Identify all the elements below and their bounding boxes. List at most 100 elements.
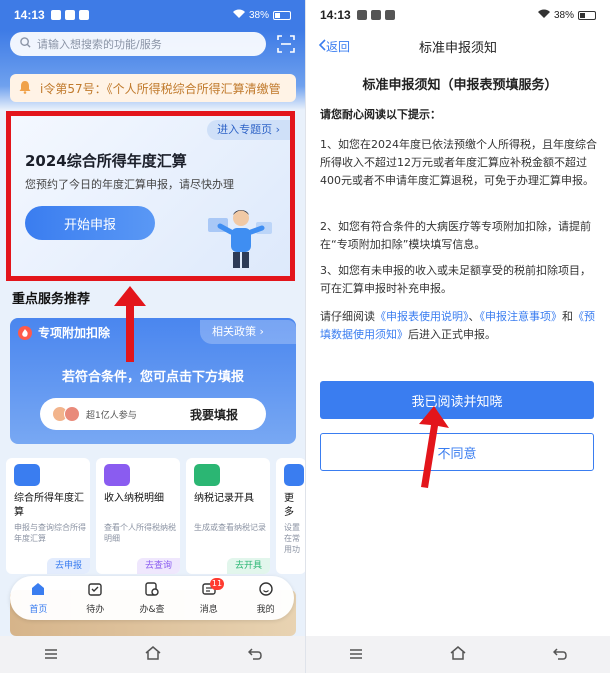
- todo-icon: [87, 581, 103, 602]
- special-deduction-card[interactable]: 专项附加扣除 相关政策 › 若符合条件，您可点击下方填报 超1亿人参与 我要填报: [10, 318, 296, 444]
- fill-in-button[interactable]: 我要填报: [190, 406, 238, 423]
- more-grid-icon: [284, 464, 304, 486]
- home-nav-icon[interactable]: [450, 645, 466, 664]
- annual-return-icon: [14, 464, 40, 486]
- topic-page-label: 进入专题页: [217, 123, 273, 136]
- income-detail-icon: [104, 464, 130, 486]
- battery-icon: [578, 10, 596, 20]
- service-action[interactable]: 去开具: [226, 558, 270, 574]
- chevron-right-icon: ›: [275, 123, 280, 136]
- start-declare-button[interactable]: 开始申报: [25, 206, 155, 240]
- back-button[interactable]: 返回: [318, 38, 350, 55]
- chevron-left-icon: [318, 39, 326, 54]
- paragraph-4-post: 后进入正式申报。: [408, 328, 496, 341]
- notice-banner[interactable]: i令第57号：《个人所得税综合所得汇算清缴管: [10, 74, 296, 102]
- service-item-more[interactable]: 更多 设置在常用功: [276, 458, 305, 574]
- service-item-tax-record[interactable]: 纳税记录开具 生成或查看纳税记录 去开具: [186, 458, 270, 574]
- battery-text: 38%: [248, 9, 269, 21]
- notification-icons: [356, 10, 395, 20]
- scan-icon[interactable]: [276, 34, 296, 54]
- left-screen: 14:13 38% 请输入想搜索的功能/服务 i令第57号：《个人所得税综合所得…: [0, 0, 305, 673]
- wifi-icon: [537, 9, 550, 21]
- search-placeholder: 请输入想搜索的功能/服务: [37, 38, 162, 51]
- fill-in-bar[interactable]: 超1亿人参与 我要填报: [40, 398, 266, 430]
- agree-button[interactable]: 我已阅读并知晓: [320, 381, 594, 419]
- annual-return-card[interactable]: 进入专题页 › 2024综合所得年度汇算 您预约了今日的年度汇算申报，请尽快办理…: [6, 111, 295, 281]
- tax-record-icon: [194, 464, 220, 486]
- tab-label: 办&查: [139, 605, 165, 615]
- paragraph-4: 请仔细阅读《申报表使用说明》、《申报注意事项》和《预填数据使用须知》后进入正式申…: [320, 308, 600, 344]
- tab-label: 待办: [86, 605, 105, 615]
- notice-text: i令第57号：《个人所得税综合所得汇算清缴管: [40, 81, 281, 96]
- page-header: 返回 标准申报须知: [306, 30, 610, 62]
- menu-icon[interactable]: [349, 645, 363, 664]
- separator: 、: [468, 310, 480, 323]
- precautions-link[interactable]: 《申报注意事项》: [480, 310, 563, 323]
- right-screen: 14:13 38% 返回 标准申报须知 标准申报须知（申报表预填服务） 请您耐心…: [305, 0, 610, 673]
- paragraph-2: 2、如您有符合条件的大病医疗等专项附加扣除，请提前在“专项附加扣除”模块填写信息…: [320, 220, 591, 251]
- chevron-right-icon: ›: [259, 325, 264, 338]
- tab-label: 消息: [199, 605, 218, 615]
- system-nav-bar: [0, 636, 305, 673]
- search-icon: [20, 37, 37, 51]
- status-time: 14:13: [14, 8, 45, 22]
- notification-icons: [50, 10, 89, 20]
- service-name: 综合所得年度汇算: [14, 493, 84, 518]
- usage-guide-link[interactable]: 《申报表使用说明》: [375, 310, 469, 323]
- paragraph-4-pre: 请仔细阅读: [320, 310, 375, 323]
- service-action[interactable]: 去申报: [46, 558, 90, 574]
- tab-label: 我的: [256, 605, 275, 615]
- page-title: 标准申报须知: [418, 40, 497, 56]
- participant-avatars-icon: [52, 406, 80, 422]
- tab-home[interactable]: 首页: [10, 576, 67, 620]
- status-time: 14:13: [320, 8, 351, 22]
- back-nav-icon[interactable]: [552, 645, 567, 664]
- status-bar: 14:13 38%: [306, 0, 610, 30]
- search-doc-icon: [144, 581, 160, 602]
- paragraph-3: 3、如您有未申报的收入或未足额享受的税前扣除项目，可在汇算申报时补充申报。: [320, 264, 591, 295]
- service-item-annual[interactable]: 综合所得年度汇算 申报与查询综合所得年度汇算 去申报: [6, 458, 90, 574]
- tab-handle-query[interactable]: 办&查: [124, 576, 181, 620]
- status-bar: 14:13 38%: [0, 0, 305, 30]
- service-desc: 设置在常用功: [284, 523, 300, 554]
- deduction-message: 若符合条件，您可点击下方填报: [61, 370, 244, 385]
- participants-count: 超1亿人参与: [86, 410, 137, 421]
- system-nav-bar: [306, 636, 610, 673]
- deduction-icon: [18, 325, 32, 340]
- back-nav-icon[interactable]: [247, 645, 262, 664]
- service-list: 综合所得年度汇算 申报与查询综合所得年度汇算 去申报 收入纳税明细 查看个人所得…: [6, 458, 305, 578]
- related-policy-link[interactable]: 相关政策 ›: [200, 320, 296, 344]
- paragraph-1: 1、如您在2024年度已依法预缴个人所得税，且年度综合所得收入不超过12万元或者…: [320, 138, 597, 187]
- assistant-illustration-icon: [206, 204, 276, 270]
- home-icon: [30, 581, 46, 602]
- battery-icon: [273, 10, 291, 20]
- tab-bar: 首页 待办 办&查 11 消息 我的: [10, 576, 294, 620]
- document-lead: 请您耐心阅读以下提示：: [320, 108, 441, 121]
- topic-page-link[interactable]: 进入专题页 ›: [207, 120, 290, 140]
- service-action[interactable]: 去查询: [136, 558, 180, 574]
- service-desc: 查看个人所得税纳税明细: [104, 523, 176, 543]
- wifi-icon: [232, 9, 245, 21]
- status-right: 38%: [232, 9, 291, 21]
- menu-icon[interactable]: [44, 645, 58, 664]
- service-name: 收入纳税明细: [104, 493, 164, 504]
- tab-messages[interactable]: 11 消息: [180, 576, 237, 620]
- annual-title: 2024综合所得年度汇算: [25, 152, 187, 170]
- tab-profile[interactable]: 我的: [237, 576, 294, 620]
- tab-todo[interactable]: 待办: [67, 576, 124, 620]
- service-desc: 申报与查询综合所得年度汇算: [14, 523, 86, 543]
- disagree-button[interactable]: 不同意: [320, 433, 594, 471]
- document-title: 标准申报须知（申报表预填服务）: [362, 78, 558, 93]
- home-nav-icon[interactable]: [145, 645, 161, 664]
- message-badge: 11: [209, 578, 225, 590]
- service-desc: 生成或查看纳税记录: [194, 523, 266, 532]
- deduction-title: 专项附加扣除: [38, 326, 111, 340]
- search-input[interactable]: 请输入想搜索的功能/服务: [10, 32, 266, 56]
- back-label: 返回: [326, 40, 351, 54]
- bell-icon: [18, 80, 32, 97]
- annual-description: 您预约了今日的年度汇算申报，请尽快办理: [25, 178, 234, 191]
- status-right: 38%: [537, 9, 596, 21]
- service-item-income-detail[interactable]: 收入纳税明细 查看个人所得税纳税明细 去查询: [96, 458, 180, 574]
- battery-text: 38%: [553, 9, 574, 21]
- related-policy-label: 相关政策: [212, 325, 256, 338]
